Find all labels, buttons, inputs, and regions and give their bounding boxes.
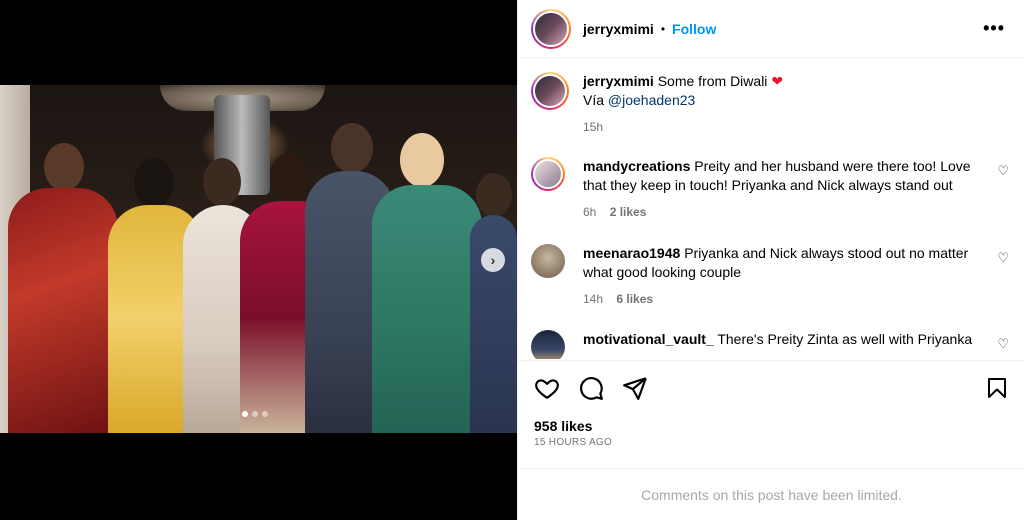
comments-list[interactable]: jerryxmimi Some from Diwali ❤ Vía @joeha… [518, 59, 1024, 359]
author-username[interactable]: jerryxmimi [583, 21, 654, 37]
comment-time[interactable]: 6h [583, 205, 596, 219]
caption-text: Some from Diwali [657, 73, 768, 89]
post-side-panel: jerryxmimi • Follow ••• jerryxmimi Some … [517, 0, 1024, 520]
post-header: jerryxmimi • Follow ••• [518, 0, 1024, 58]
likes-count[interactable]: 958 likes [534, 418, 592, 434]
comment-like-heart-icon[interactable]: ♡ [997, 163, 1009, 179]
comment-bubble-icon[interactable] [578, 375, 604, 401]
comment-like-heart-icon[interactable]: ♡ [997, 250, 1009, 266]
share-paper-plane-icon[interactable] [622, 375, 648, 401]
carousel-next-button[interactable]: › [481, 248, 505, 272]
caption-author-avatar[interactable] [531, 72, 569, 110]
carousel-dot [262, 411, 268, 417]
comment-time[interactable]: 14h [583, 292, 603, 306]
comment-like-heart-icon[interactable]: ♡ [997, 336, 1009, 352]
carousel-dots [242, 411, 268, 417]
photo-person-1 [8, 143, 118, 433]
comment-likes[interactable]: 6 likes [616, 292, 653, 306]
comment-likes[interactable]: 2 likes [610, 205, 647, 219]
comment-username[interactable]: motivational_vault_ [583, 331, 714, 347]
like-heart-icon[interactable] [534, 375, 560, 401]
post-photo[interactable] [0, 85, 517, 433]
post-media: › [0, 0, 517, 520]
comment-text: There's Preity Zinta as well with Priyan… [717, 331, 973, 347]
carousel-dot [242, 411, 248, 417]
action-icons [534, 375, 648, 401]
more-options-icon[interactable]: ••• [983, 18, 1005, 39]
caption-time[interactable]: 15h [583, 118, 973, 137]
red-heart-emoji-icon: ❤ [771, 73, 784, 89]
save-bookmark-icon[interactable] [985, 375, 1009, 401]
comment-item: mandycreations Preity and her husband we… [531, 157, 1021, 222]
caption-mention-link[interactable]: @joehaden23 [608, 92, 695, 108]
comment-username[interactable]: meenarao1948 [583, 245, 680, 261]
comments-limited-notice: Comments on this post have been limited. [518, 468, 1024, 520]
author-avatar[interactable] [531, 8, 571, 49]
post-timestamp[interactable]: 15 HOURS AGO [534, 437, 612, 448]
chevron-right-icon: › [490, 252, 496, 268]
comment-item: meenarao1948 Priyanka and Nick always st… [531, 244, 1021, 309]
post-actions: 958 likes 15 HOURS AGO [518, 360, 1024, 470]
caption-via: Vía [583, 92, 605, 108]
post-caption: jerryxmimi Some from Diwali ❤ Vía @joeha… [531, 72, 1021, 137]
comment-avatar[interactable] [531, 157, 565, 191]
comment-avatar[interactable] [531, 330, 565, 359]
photo-person-7 [470, 173, 517, 433]
comment-item: motivational_vault_ There's Preity Zinta… [531, 330, 1021, 359]
photo-person-6 [372, 133, 482, 433]
instagram-post-view: › jerryxmimi • Follow ••• jerryxmimi Som… [0, 0, 1024, 520]
caption-username[interactable]: jerryxmimi [583, 73, 654, 89]
carousel-dot [252, 411, 258, 417]
follow-button[interactable]: Follow [672, 21, 716, 37]
comment-avatar[interactable] [531, 244, 565, 278]
header-separator: • [660, 21, 666, 36]
comment-username[interactable]: mandycreations [583, 158, 690, 174]
